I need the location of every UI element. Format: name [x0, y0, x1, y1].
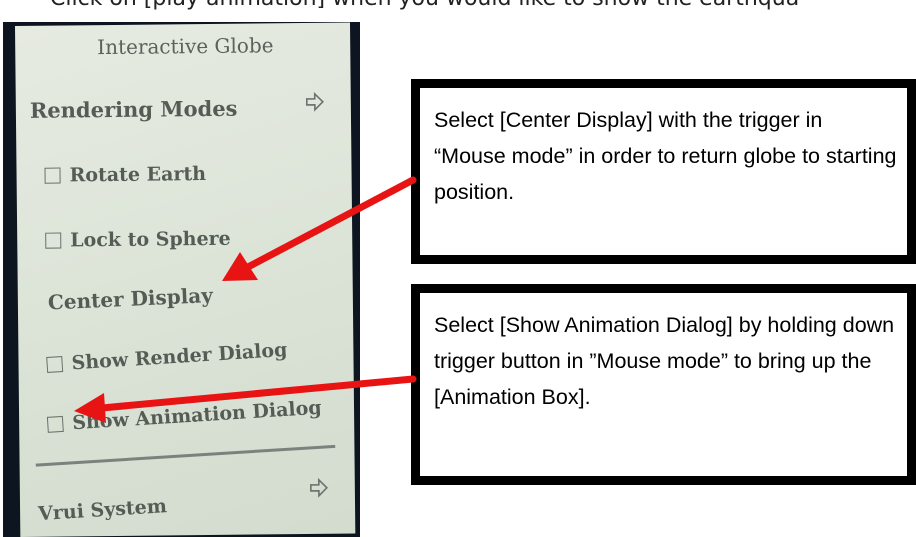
menu-item-show-animation-dialog[interactable]: Show Animation Dialog: [46, 396, 323, 436]
menu-divider: [35, 444, 336, 467]
device-screen-photo: Interactive Globe Rendering Modes Rotate…: [3, 22, 360, 537]
checkbox-unchecked-icon[interactable]: [45, 232, 62, 249]
menu-item-show-render-dialog[interactable]: Show Render Dialog: [46, 339, 288, 376]
menu-item-rendering-modes[interactable]: Rendering Modes: [30, 96, 238, 123]
menu-title: Interactive Globe: [97, 33, 274, 60]
menu-item-label: Rendering Modes: [29, 95, 238, 123]
instruction-text: Click on [play animation] when you would…: [50, 0, 799, 11]
menu-item-label: Show Animation Dialog: [71, 396, 323, 435]
instruction-bullet-line: •Click on [play animation] when you woul…: [18, 0, 908, 16]
menu-item-vrui-system[interactable]: Vrui System: [38, 495, 168, 525]
checkbox-unchecked-icon[interactable]: [44, 167, 61, 184]
callout-text: Select [Show Animation Dialog] by holdin…: [434, 313, 895, 409]
menu-item-label: Lock to Sphere: [70, 227, 231, 252]
checkbox-unchecked-icon[interactable]: [46, 415, 64, 433]
submenu-arrow-icon: [305, 91, 324, 112]
callout-show-animation-dialog: Select [Show Animation Dialog] by holdin…: [411, 284, 916, 485]
interactive-globe-menu: Interactive Globe Rendering Modes Rotate…: [15, 22, 356, 537]
menu-item-label: Show Render Dialog: [70, 338, 288, 375]
tutorial-page: •Click on [play animation] when you woul…: [0, 0, 916, 537]
checkbox-unchecked-icon[interactable]: [46, 356, 64, 373]
menu-item-label: Rotate Earth: [69, 163, 207, 187]
menu-item-rotate-earth[interactable]: Rotate Earth: [44, 163, 206, 187]
submenu-arrow-icon: [310, 477, 328, 498]
menu-item-center-display[interactable]: Center Display: [47, 283, 213, 314]
menu-item-label: Vrui System: [37, 495, 168, 526]
callout-text: Select [Center Display] with the trigger…: [434, 108, 897, 204]
bullet-glyph: •: [18, 0, 50, 11]
menu-item-lock-to-sphere[interactable]: Lock to Sphere: [45, 228, 231, 252]
callout-center-display: Select [Center Display] with the trigger…: [411, 79, 916, 264]
menu-item-label: Center Display: [47, 283, 214, 315]
